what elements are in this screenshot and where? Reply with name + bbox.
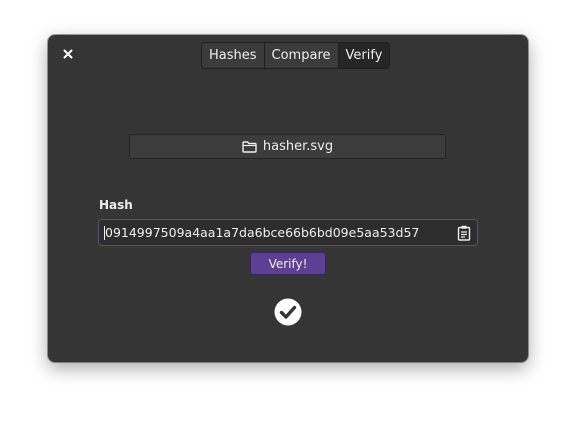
- hash-input[interactable]: 0914997509a4aa1a7da6bce66b6bd09e5aa53d57: [98, 219, 478, 246]
- tab-verify[interactable]: Verify: [338, 43, 390, 68]
- view-switcher: Hashes Compare Verify: [201, 42, 391, 69]
- check-circle-icon: [274, 298, 302, 326]
- tab-compare[interactable]: Compare: [264, 43, 339, 68]
- folder-icon: [242, 140, 257, 153]
- app-window: Hashes Compare Verify hasher.svg Hash 09…: [48, 35, 528, 362]
- hash-value: 0914997509a4aa1a7da6bce66b6bd09e5aa53d57: [105, 225, 420, 240]
- file-name: hasher.svg: [262, 139, 334, 154]
- close-button[interactable]: [60, 45, 76, 63]
- verify-button-label: Verify!: [268, 256, 308, 271]
- clipboard-icon[interactable]: [457, 225, 471, 241]
- file-chooser-button[interactable]: hasher.svg: [129, 134, 446, 159]
- hash-label: Hash: [99, 198, 133, 212]
- tab-compare-label: Compare: [271, 48, 331, 63]
- close-icon: [63, 49, 73, 59]
- tab-hashes-label: Hashes: [209, 48, 257, 63]
- verify-button[interactable]: Verify!: [250, 252, 326, 275]
- tab-verify-label: Verify: [345, 48, 383, 63]
- tab-hashes[interactable]: Hashes: [202, 43, 265, 68]
